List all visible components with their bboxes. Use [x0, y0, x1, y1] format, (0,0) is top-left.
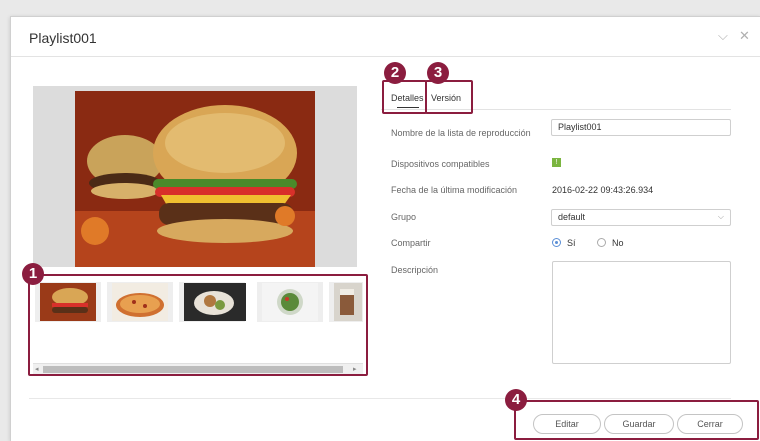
- footer-buttons-callout-box: [514, 400, 759, 440]
- callout-badge-1: 1: [22, 263, 44, 285]
- compatible-devices-icon[interactable]: !: [552, 158, 561, 167]
- share-yes-radio[interactable]: [552, 238, 561, 247]
- close-icon[interactable]: ✕: [739, 29, 750, 43]
- details-tab-callout-box: [382, 80, 427, 114]
- minimize-icon[interactable]: ⌵: [718, 29, 728, 43]
- chevron-down-icon: ⌵: [717, 212, 724, 221]
- compatible-devices-label: Dispositivos compatibles: [391, 159, 490, 169]
- playlist-name-label: Nombre de la lista de reproducción: [391, 128, 531, 138]
- group-select[interactable]: default ⌵: [551, 209, 731, 226]
- version-tab-callout-box: [425, 80, 473, 114]
- description-textarea[interactable]: [552, 261, 731, 364]
- thumbnail-callout-box: [28, 274, 368, 376]
- dialog-titlebar: Playlist001 ⌵ ✕: [11, 17, 760, 57]
- share-label: Compartir: [391, 238, 431, 248]
- hamburger-image: [75, 91, 315, 267]
- content-preview: [33, 86, 357, 267]
- share-no-label[interactable]: No: [612, 238, 624, 248]
- last-modified-label: Fecha de la última modificación: [391, 185, 518, 195]
- playlist-name-input[interactable]: Playlist001: [551, 119, 731, 136]
- last-modified-value: 2016-02-22 09:43:26.934: [552, 185, 654, 195]
- share-yes-label[interactable]: Sí: [567, 238, 576, 248]
- group-select-value: default: [558, 212, 586, 222]
- description-label: Descripción: [391, 265, 439, 275]
- footer-divider: [29, 398, 731, 399]
- group-label: Grupo: [391, 212, 417, 222]
- callout-badge-2: 2: [384, 62, 406, 84]
- dialog-title: Playlist001: [29, 30, 97, 46]
- callout-badge-3: 3: [427, 62, 449, 84]
- share-no-radio[interactable]: [597, 238, 606, 247]
- callout-badge-4: 4: [505, 389, 527, 411]
